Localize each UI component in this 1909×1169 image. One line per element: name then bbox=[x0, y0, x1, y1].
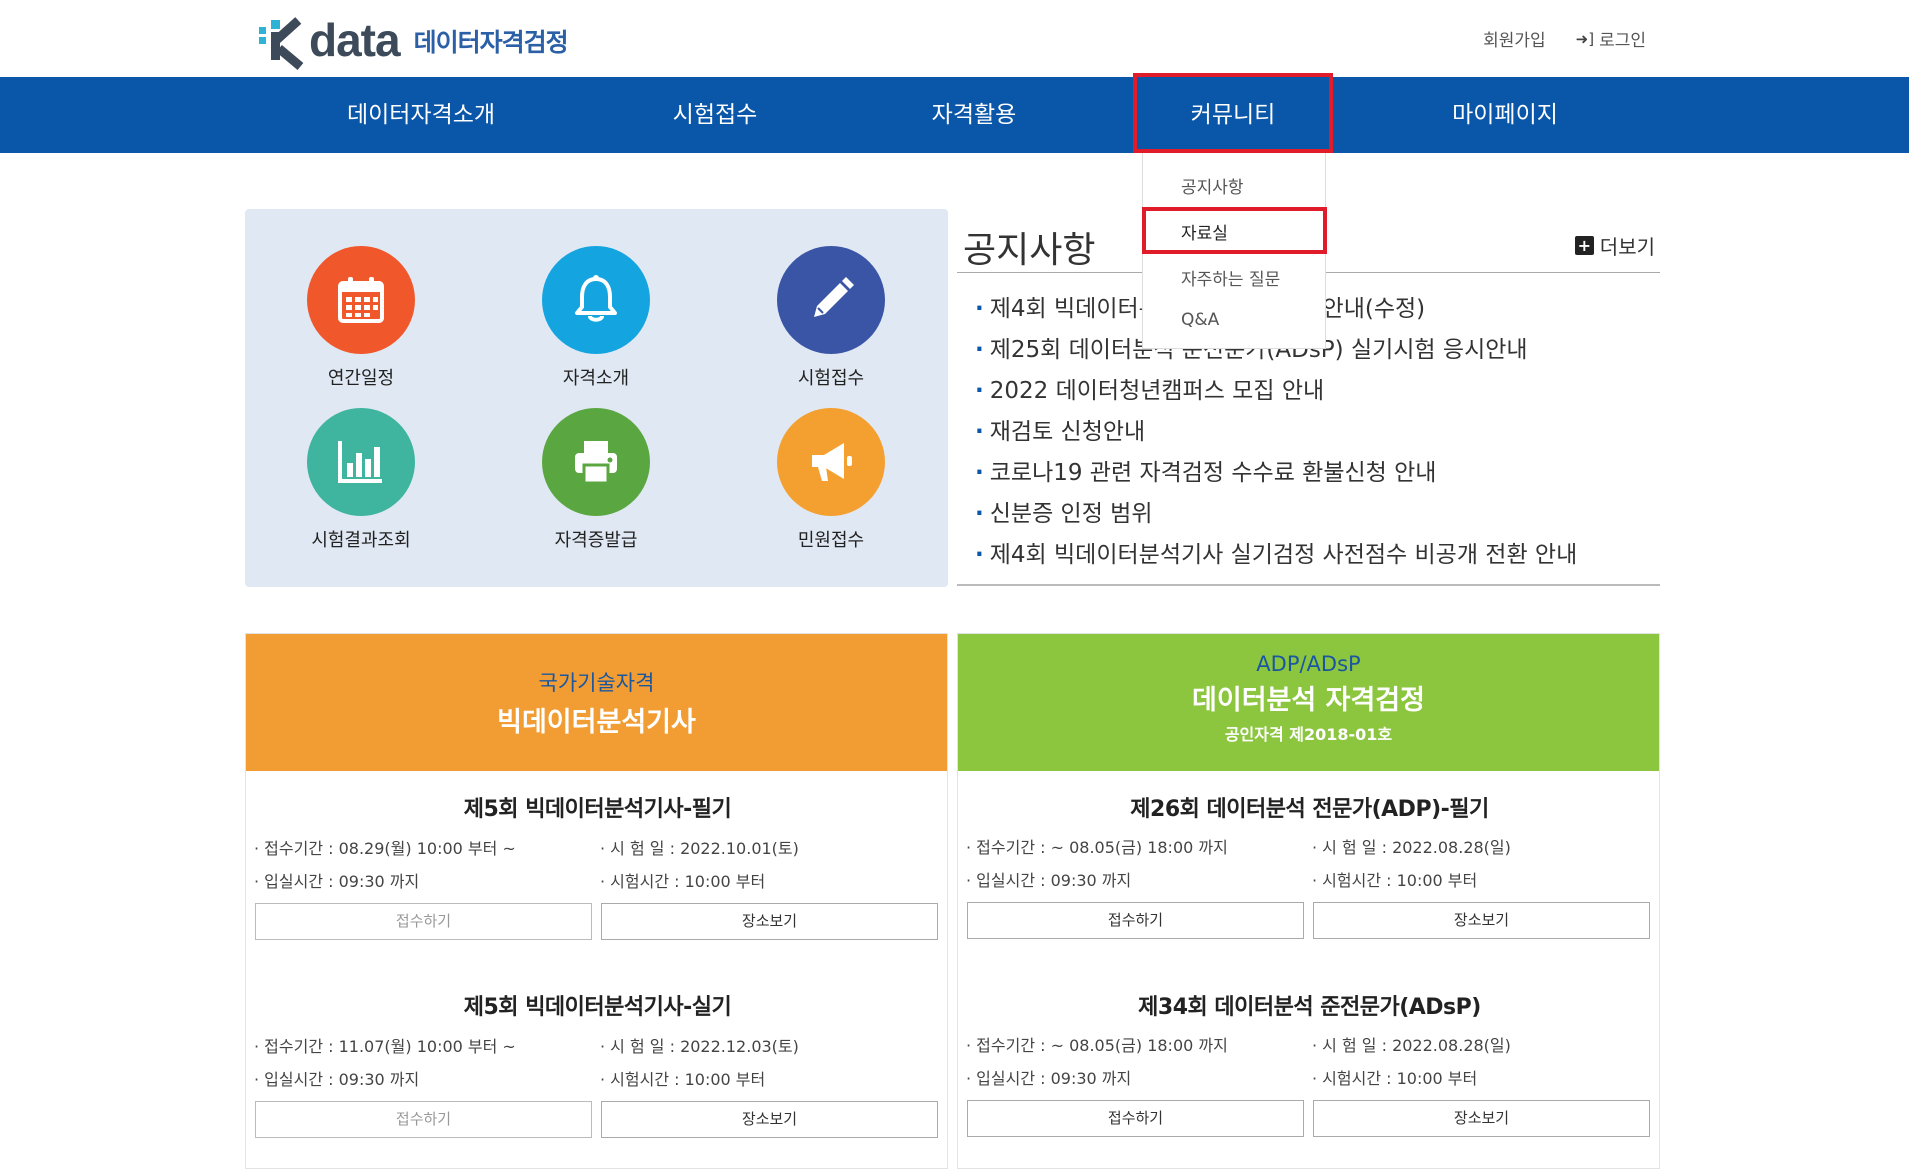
dropdown-item-notice[interactable]: 공지사항 bbox=[1181, 173, 1244, 198]
pencil-icon bbox=[777, 246, 885, 354]
nav-item-mypage[interactable]: 마이페이지 bbox=[1410, 77, 1600, 153]
community-highlight-box bbox=[1133, 73, 1333, 153]
exam-start-time: · 시험시간 : 10:00 부터 bbox=[1312, 871, 1478, 890]
kdata-logo[interactable]: data 데이터자격검정 bbox=[259, 14, 569, 70]
quick-label-certificate: 자격증발급 bbox=[554, 530, 638, 551]
quick-item-result[interactable]: 시험결과조회 bbox=[281, 408, 441, 552]
exam-entry-time: · 입실시간 : 09:30 까지 bbox=[966, 1069, 1132, 1088]
dropdown-item-qna[interactable]: Q&A bbox=[1181, 310, 1219, 330]
apply-button[interactable]: 접수하기 bbox=[255, 1101, 592, 1138]
exam-title: 제26회 데이터분석 전문가(ADP)-필기 bbox=[1130, 797, 1489, 822]
archive-highlight-box bbox=[1142, 207, 1327, 254]
notice-title: 공지사항 bbox=[963, 230, 1096, 271]
megaphone-icon bbox=[777, 408, 885, 516]
notice-item-text: 제4회 빅데이터분석기사 실기검정 사전점수 비공개 전환 안내 bbox=[989, 542, 1578, 568]
exam-period: · 접수기간 : ~ 08.05(금) 18:00 까지 bbox=[966, 1036, 1228, 1055]
plus-icon: + bbox=[1574, 236, 1594, 255]
exam-title: 제5회 빅데이터분석기사-실기 bbox=[463, 995, 732, 1020]
dropdown-item-faq[interactable]: 자주하는 질문 bbox=[1181, 265, 1280, 290]
venue-button[interactable]: 장소보기 bbox=[1313, 902, 1650, 939]
nav-item-usage[interactable]: 자격활용 bbox=[879, 77, 1069, 153]
exam-start-time: · 시험시간 : 10:00 부터 bbox=[600, 872, 766, 891]
card-bigdata-category: 국가기술자격 bbox=[538, 671, 655, 695]
quick-item-complaint[interactable]: 민원접수 bbox=[751, 408, 911, 552]
notice-item-text: 2022 데이터청년캠퍼스 모집 안내 bbox=[989, 378, 1325, 404]
quick-item-certificate[interactable]: 자격증발급 bbox=[516, 408, 676, 552]
exam-date: · 시 험 일 : 2022.10.01(토) bbox=[600, 839, 799, 858]
card-bigdata-title: 빅데이터분석기사 bbox=[497, 707, 696, 738]
notice-item-text: 코로나19 관련 자격검정 수수료 환불신청 안내 bbox=[989, 460, 1437, 486]
login-label: 로그인 bbox=[1599, 31, 1646, 51]
notice-item[interactable]: · 2022 데이터청년캠퍼스 모집 안내 bbox=[975, 371, 1577, 412]
card-adp: ADP/ADsP 데이터분석 자격검정 공인자격 제2018-01호 제26회 … bbox=[957, 633, 1660, 1169]
exam-title: 제34회 데이터분석 준전문가(ADsP) bbox=[1138, 995, 1481, 1020]
quick-label-apply: 시험접수 bbox=[797, 368, 865, 389]
card-adp-title: 데이터분석 자격검정 bbox=[1192, 685, 1425, 716]
logo-word: data bbox=[309, 14, 401, 66]
quick-label-result: 시험결과조회 bbox=[311, 530, 411, 551]
notice-item-text: 신분증 인정 범위 bbox=[989, 501, 1153, 527]
login-icon: ➜] bbox=[1575, 29, 1595, 48]
notice-more-link[interactable]: + 더보기 bbox=[1574, 231, 1655, 260]
exam-entry-time: · 입실시간 : 09:30 까지 bbox=[254, 1070, 420, 1089]
notice-bottom-line bbox=[957, 584, 1660, 586]
quick-label-schedule: 연간일정 bbox=[327, 368, 395, 389]
apply-button[interactable]: 접수하기 bbox=[255, 903, 592, 940]
k-logo-icon bbox=[259, 17, 307, 70]
exam-start-time: · 시험시간 : 10:00 부터 bbox=[600, 1070, 766, 1089]
bar-chart-icon bbox=[307, 408, 415, 516]
quick-menu: 연간일정 자격소개 시험접수 시험결과조회 자격증발급 민원접수 bbox=[245, 209, 948, 587]
notice-item[interactable]: · 제4회 빅데이터분석기사 실기검정 사전점수 비공개 전환 안내 bbox=[975, 535, 1577, 576]
exam-entry-time: · 입실시간 : 09:30 까지 bbox=[254, 872, 420, 891]
exam-date: · 시 험 일 : 2022.12.03(토) bbox=[600, 1037, 799, 1056]
exam-title: 제5회 빅데이터분석기사-필기 bbox=[463, 797, 732, 822]
venue-button[interactable]: 장소보기 bbox=[601, 903, 938, 940]
exam-block: 제34회 데이터분석 준전문가(ADsP) · 접수기간 : ~ 08.05(금… bbox=[958, 989, 1661, 1169]
notice-item-text: 재검토 신청안내 bbox=[989, 419, 1146, 445]
card-adp-license: 공인자격 제2018-01호 bbox=[1224, 725, 1393, 744]
exam-block: 제5회 빅데이터분석기사-필기 · 접수기간 : 08.29(월) 10:00 … bbox=[246, 791, 949, 971]
exam-period: · 접수기간 : 08.29(월) 10:00 부터 ~ bbox=[254, 839, 516, 858]
calendar-icon bbox=[307, 246, 415, 354]
exam-period: · 접수기간 : 11.07(월) 10:00 부터 ~ bbox=[254, 1037, 516, 1056]
nav-item-apply[interactable]: 시험접수 bbox=[620, 77, 810, 153]
apply-button[interactable]: 접수하기 bbox=[967, 902, 1304, 939]
logo-subtitle: 데이터자격검정 bbox=[413, 28, 569, 57]
venue-button[interactable]: 장소보기 bbox=[601, 1101, 938, 1138]
exam-block: 제26회 데이터분석 전문가(ADP)-필기 · 접수기간 : ~ 08.05(… bbox=[958, 791, 1661, 971]
signup-link[interactable]: 회원가입 bbox=[1483, 26, 1546, 51]
notice-more-label: 더보기 bbox=[1599, 235, 1655, 259]
card-adp-header: ADP/ADsP 데이터분석 자격검정 공인자격 제2018-01호 bbox=[958, 634, 1659, 771]
printer-icon bbox=[542, 408, 650, 516]
exam-start-time: · 시험시간 : 10:00 부터 bbox=[1312, 1069, 1478, 1088]
apply-button[interactable]: 접수하기 bbox=[967, 1100, 1304, 1137]
notice-item[interactable]: · 코로나19 관련 자격검정 수수료 환불신청 안내 bbox=[975, 453, 1577, 494]
site-header: data 데이터자격검정 회원가입 ➜] 로그인 bbox=[0, 0, 1909, 77]
quick-item-schedule[interactable]: 연간일정 bbox=[281, 246, 441, 390]
exam-date: · 시 험 일 : 2022.08.28(일) bbox=[1312, 1036, 1511, 1055]
notice-item[interactable]: · 재검토 신청안내 bbox=[975, 412, 1577, 453]
exam-entry-time: · 입실시간 : 09:30 까지 bbox=[966, 871, 1132, 890]
card-bigdata: 국가기술자격 빅데이터분석기사 제5회 빅데이터분석기사-필기 · 접수기간 :… bbox=[245, 633, 948, 1169]
login-link[interactable]: ➜] 로그인 bbox=[1575, 26, 1646, 52]
bell-icon bbox=[542, 246, 650, 354]
quick-label-complaint: 민원접수 bbox=[797, 530, 865, 551]
nav-item-intro[interactable]: 데이터자격소개 bbox=[326, 77, 516, 153]
exam-date: · 시 험 일 : 2022.08.28(일) bbox=[1312, 838, 1511, 857]
card-bigdata-header: 국가기술자격 빅데이터분석기사 bbox=[246, 634, 947, 771]
quick-item-apply[interactable]: 시험접수 bbox=[751, 246, 911, 390]
venue-button[interactable]: 장소보기 bbox=[1313, 1100, 1650, 1137]
top-links: 회원가입 ➜] 로그인 bbox=[1483, 26, 1646, 52]
quick-item-intro[interactable]: 자격소개 bbox=[516, 246, 676, 390]
main-nav: 데이터자격소개 시험접수 자격활용 커뮤니티 마이페이지 bbox=[0, 77, 1909, 153]
exam-period: · 접수기간 : ~ 08.05(금) 18:00 까지 bbox=[966, 838, 1228, 857]
card-adp-category: ADP/ADsP bbox=[1256, 652, 1361, 676]
exam-block: 제5회 빅데이터분석기사-실기 · 접수기간 : 11.07(월) 10:00 … bbox=[246, 989, 949, 1169]
quick-label-intro: 자격소개 bbox=[562, 368, 630, 389]
notice-item[interactable]: · 신분증 인정 범위 bbox=[975, 494, 1577, 535]
